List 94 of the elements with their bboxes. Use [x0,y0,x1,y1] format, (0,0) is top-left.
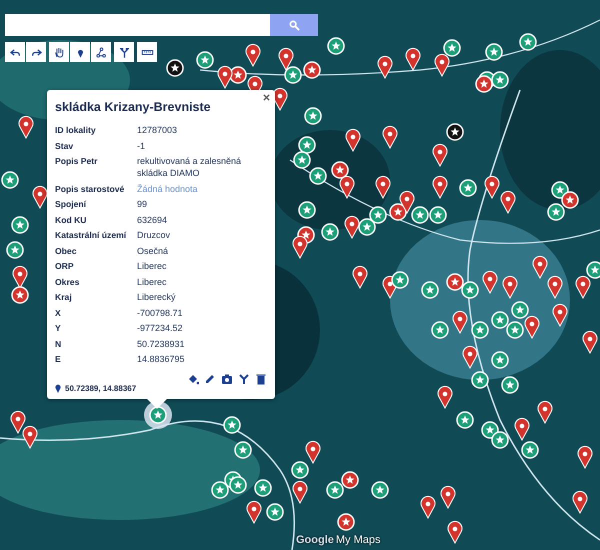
field-label: Katastrální území [55,229,128,241]
pencil-icon [204,373,216,385]
field-value: 632694 [137,214,168,226]
empty-value-text: Žádná hodnota [137,182,199,194]
directions-button[interactable] [238,373,250,385]
field-label: Kod KU [55,214,88,226]
camera-icon [221,373,233,385]
map-pin[interactable] [292,480,308,504]
field-label: E [55,353,62,365]
coordinates-text: 50.72389, 14.88367 [65,384,136,393]
line-icon [94,46,108,58]
pan-tool-button[interactable] [49,42,69,62]
field-label: Obec [55,244,78,256]
map-pin[interactable] [440,486,456,508]
map-pin[interactable] [448,520,462,544]
hand-icon [52,46,66,58]
map-pin[interactable] [382,126,398,148]
map-pin[interactable] [22,426,38,448]
field-value: -977234.52 [137,322,184,334]
map-pin[interactable] [18,116,34,138]
edit-button[interactable] [204,373,216,385]
map-pin[interactable] [484,176,500,198]
field-value: 12787003 [137,124,178,136]
search-field[interactable] [5,14,270,36]
map-pin[interactable] [420,496,436,518]
map-pin[interactable] [578,446,592,468]
field-label: Stav [55,140,74,152]
map-pin[interactable] [340,176,354,198]
field-label: Spojení [55,198,88,210]
field-label: X [55,306,62,318]
fork-icon [118,46,130,58]
place-title: skládka Krizany-Brevniste [55,100,212,114]
trash-icon [255,373,267,385]
map-pin[interactable] [376,176,390,198]
pin-icon [55,384,61,393]
field-value: 14.8836795 [137,353,186,365]
selected-marker[interactable] [144,401,172,429]
map-pin[interactable] [32,186,48,208]
map-pin[interactable] [514,418,530,440]
map-pin[interactable] [292,236,308,258]
field-value: 99 [137,198,148,210]
map-pin[interactable] [406,48,420,70]
map-pin[interactable] [246,500,262,524]
field-value: Liberecký [137,291,177,303]
map-pin[interactable] [246,44,260,66]
map-pin[interactable] [438,386,452,408]
field-value: -1 [137,140,146,152]
line-tool-button[interactable] [91,42,111,62]
field-value: rekultivovaná a zalesněná skládka DIAMO [137,155,242,179]
map-pin[interactable] [572,490,588,514]
field-label: Popis Petr [55,155,99,168]
add-photo-button[interactable] [221,373,233,385]
star-marker[interactable] [586,261,600,279]
field-value: Liberec [137,260,168,272]
field-label: Y [55,322,62,334]
field-label: Kraj [55,291,73,303]
map-pin[interactable] [10,410,26,434]
field-label: Okres [55,276,80,288]
map-pin[interactable] [218,66,232,88]
map-pin[interactable] [278,48,294,70]
directions-tool-button[interactable] [114,42,134,62]
undo-button[interactable] [5,42,25,62]
map-pin[interactable] [500,190,516,214]
field-label: N [55,338,62,350]
map-pin[interactable] [538,400,552,424]
field-value: 50.7238931 [137,338,186,350]
map-pin[interactable] [400,190,414,214]
close-icon [262,94,270,100]
map-pin[interactable] [432,144,448,166]
redo-button[interactable] [26,42,46,62]
map-pin[interactable] [306,440,320,464]
map-pin[interactable] [434,54,450,76]
field-label: Popis starostové [55,182,126,194]
field-value: Liberec [137,276,168,288]
delete-button[interactable] [255,373,267,385]
field-value: -700798.71 [137,306,184,318]
map-pin[interactable] [344,216,360,238]
my-maps-logo: Google My Maps [296,534,381,546]
map-pin[interactable] [378,56,392,78]
map-pin[interactable] [576,276,590,298]
field-label: ORP [55,260,75,272]
map-pin[interactable] [432,176,448,198]
field-label: ID lokality [55,124,97,136]
map-pin[interactable] [582,330,598,354]
map-pin[interactable] [352,266,368,288]
map-pin[interactable] [346,128,360,152]
map-pin[interactable] [12,266,28,288]
map-pin[interactable] [552,304,568,326]
field-value: Druzcov [137,229,172,241]
marker-tool-button[interactable] [70,42,90,62]
ruler-tool-button[interactable] [137,42,157,62]
fork-icon [238,373,250,385]
search-icon [288,20,300,30]
field-value: Osečná [137,244,170,256]
